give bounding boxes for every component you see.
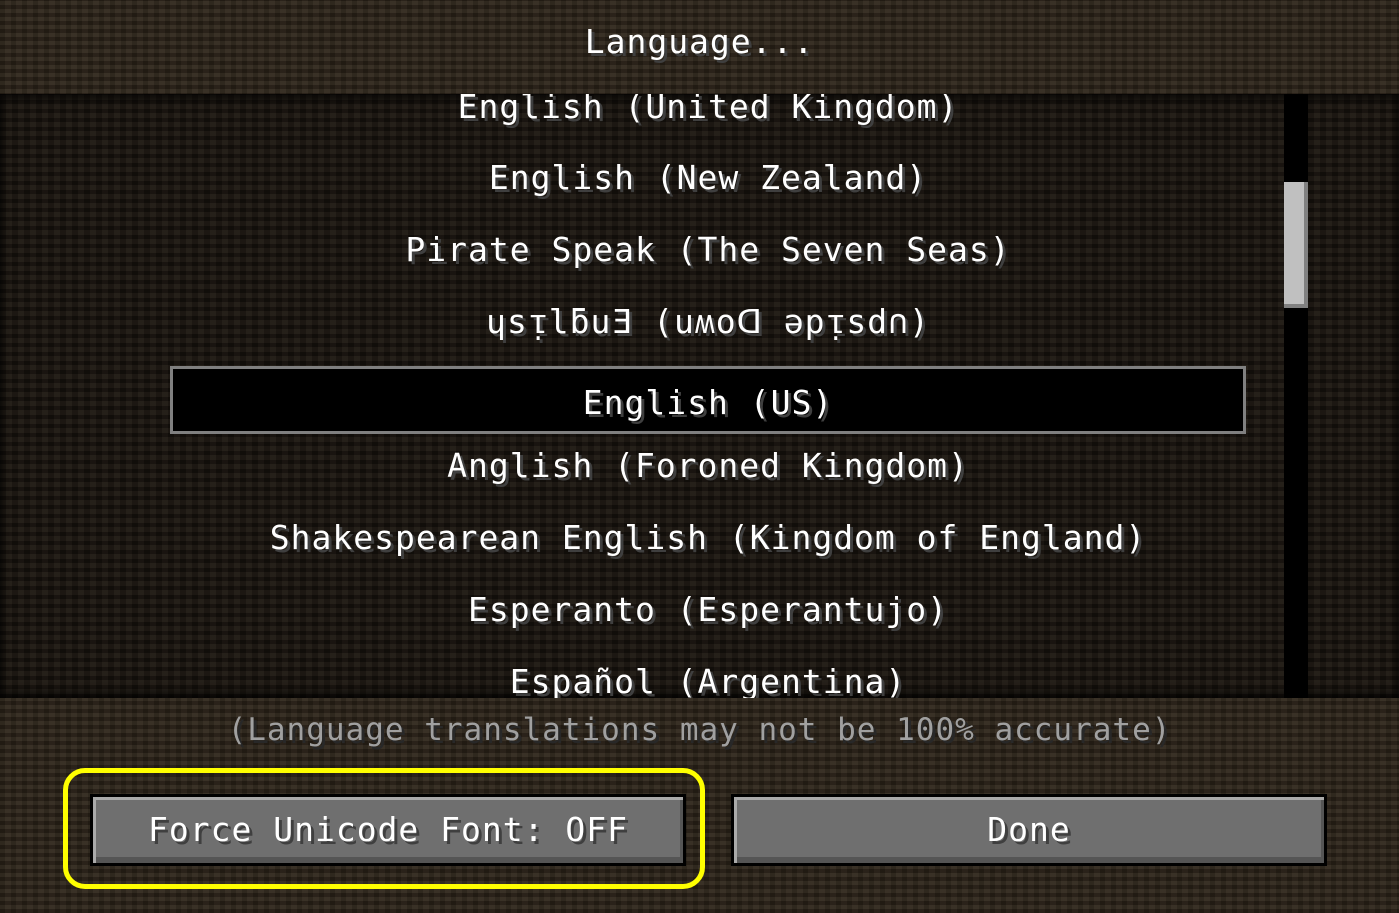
page-title: Language...	[584, 22, 815, 61]
force-unicode-font-button[interactable]: Force Unicode Font: OFF	[90, 794, 686, 866]
done-button[interactable]: Done	[731, 794, 1327, 866]
header-bar: Language...	[0, 0, 1399, 94]
language-list-panel[interactable]: English (United Kingdom) English (New Ze…	[0, 94, 1399, 698]
translation-accuracy-note: (Language translations may not be 100% a…	[227, 712, 1172, 748]
language-screen: Language... English (United Kingdom) Eng…	[0, 0, 1399, 913]
language-list-scrollbar[interactable]	[1284, 94, 1308, 698]
language-item-en-nz[interactable]: English (New Zealand)	[170, 144, 1246, 212]
scrollbar-thumb[interactable]	[1284, 182, 1308, 308]
language-item-enws[interactable]: Shakespearean English (Kingdom of Englan…	[170, 504, 1246, 572]
language-item-enp[interactable]: Anglish (Foroned Kingdom)	[170, 432, 1246, 500]
language-item-en-us-selected[interactable]: English (US)	[170, 366, 1246, 434]
language-item-en-pt[interactable]: Pirate Speak (The Seven Seas)	[170, 216, 1246, 284]
language-item-es-ar[interactable]: Español (Argentina)	[170, 648, 1246, 698]
language-item-en-gb[interactable]: English (United Kingdom)	[170, 94, 1246, 141]
language-item-eo[interactable]: Esperanto (Esperantujo)	[170, 576, 1246, 644]
language-item-en-ud[interactable]: ɥsᴉlƃuƎ (uʍoᗡ ǝpᴉsd∩)	[170, 288, 1246, 356]
